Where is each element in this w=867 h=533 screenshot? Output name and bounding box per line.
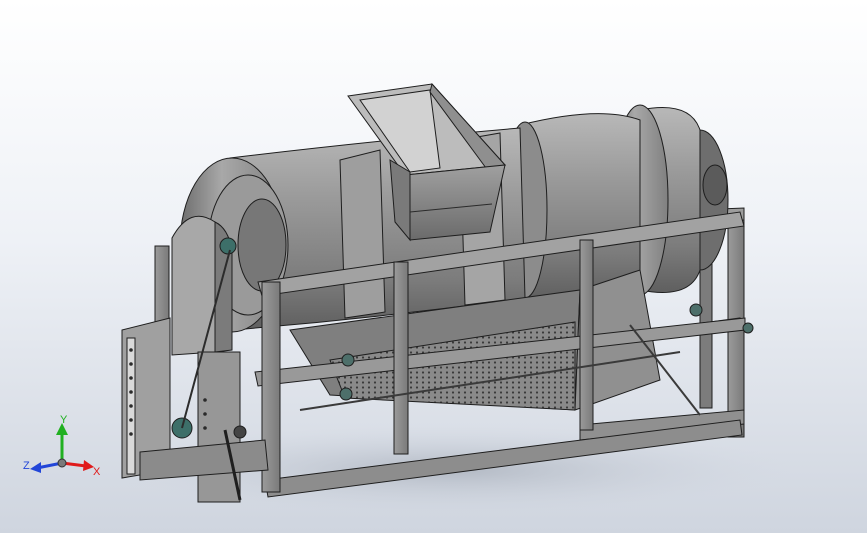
orientation-triad-icon: Y X Z	[23, 414, 101, 478]
machine-model[interactable]	[0, 0, 867, 533]
rear-drum	[502, 104, 729, 301]
z-axis-label: Z	[23, 460, 30, 472]
y-axis-label: Y	[60, 414, 68, 426]
cad-viewport[interactable]: Y X Z	[0, 0, 867, 533]
x-axis-label: X	[93, 466, 101, 478]
